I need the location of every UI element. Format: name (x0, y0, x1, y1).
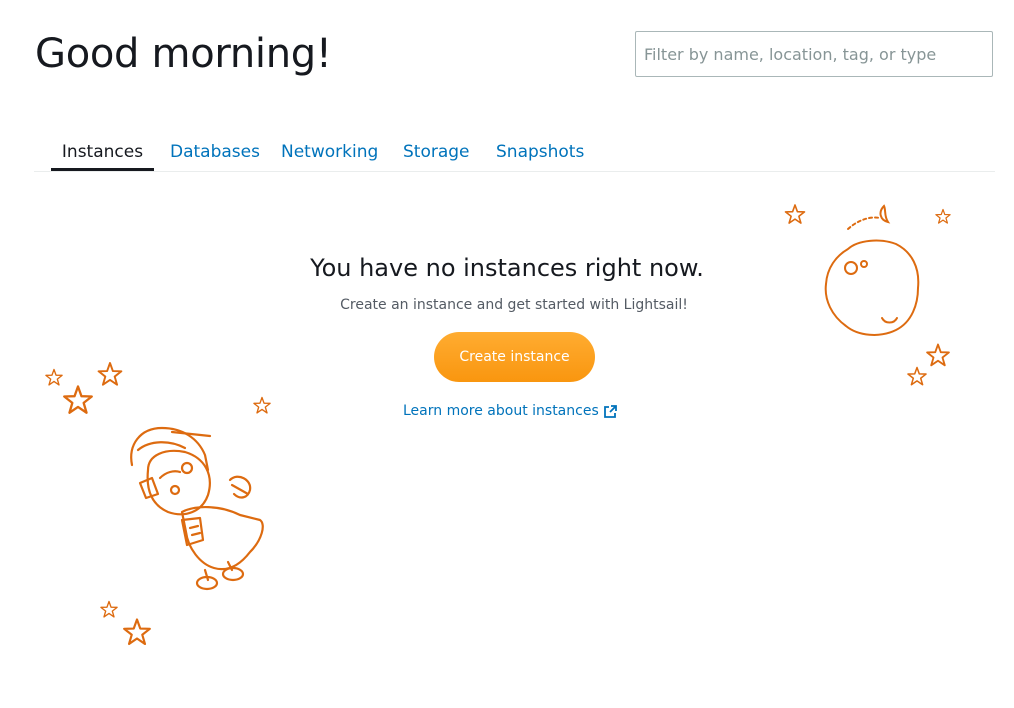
star-icon (123, 618, 151, 646)
star-icon (97, 362, 123, 386)
star-icon (253, 396, 271, 414)
star-icon (926, 343, 950, 367)
star-icon (45, 368, 63, 386)
learn-more-label: Learn more about instances (403, 403, 599, 419)
empty-state-subtitle: Create an instance and get started with … (340, 297, 688, 313)
create-instance-button[interactable]: Create instance (434, 332, 595, 382)
star-icon (907, 366, 927, 386)
page: Good morning! Instances Databases Networ… (0, 0, 1014, 708)
external-link-icon (603, 404, 617, 418)
star-icon (784, 204, 806, 224)
robot-illustration (130, 426, 264, 591)
learn-more-link[interactable]: Learn more about instances (403, 400, 617, 422)
star-icon (100, 600, 118, 618)
star-icon (63, 385, 93, 414)
star-icon (935, 208, 951, 224)
empty-state-title: You have no instances right now. (310, 254, 704, 282)
